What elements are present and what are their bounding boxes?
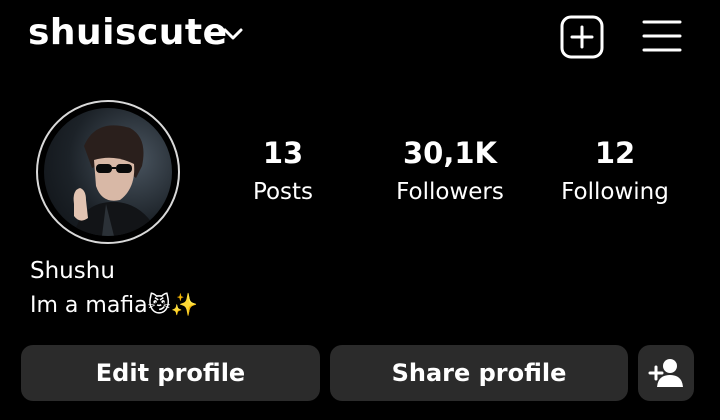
hamburger-menu-icon[interactable] xyxy=(642,17,682,55)
stat-followers[interactable]: 30,1K Followers xyxy=(380,134,520,206)
following-label: Following xyxy=(561,179,669,205)
posts-count: 13 xyxy=(262,136,304,170)
avatar[interactable] xyxy=(44,108,172,236)
discover-people-button[interactable] xyxy=(638,345,694,401)
bio-text: Im a mafia😼✨ xyxy=(30,293,198,318)
followers-count: 30,1K xyxy=(402,136,498,170)
username-title[interactable]: shuiscute xyxy=(28,12,228,53)
add-person-icon xyxy=(648,359,683,387)
share-profile-button[interactable]: Share profile xyxy=(330,345,628,401)
following-count: 12 xyxy=(594,136,636,170)
plus-square-icon[interactable] xyxy=(559,14,605,60)
stat-posts[interactable]: 13 Posts xyxy=(236,134,330,206)
followers-label: Followers xyxy=(396,179,504,205)
posts-label: Posts xyxy=(252,179,314,205)
top-bar: shuiscute xyxy=(0,0,720,72)
display-name: Shushu xyxy=(30,258,115,284)
chevron-down-icon[interactable] xyxy=(222,26,244,42)
avatar-photo xyxy=(73,125,160,236)
edit-profile-button[interactable]: Edit profile xyxy=(21,345,320,401)
stat-following[interactable]: 12 Following xyxy=(548,134,682,206)
